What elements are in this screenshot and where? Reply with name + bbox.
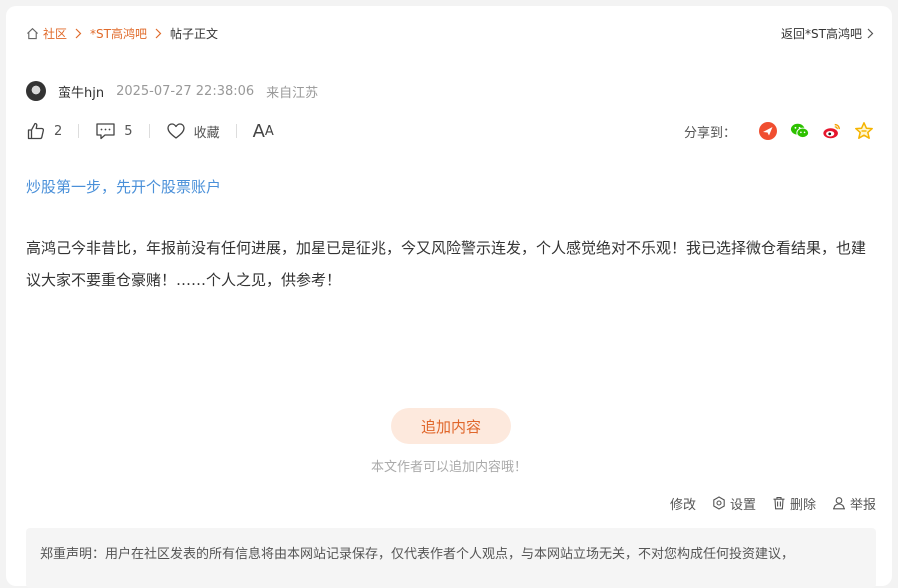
post-location: 来自江苏: [266, 85, 319, 101]
edit-button[interactable]: 修改: [670, 494, 696, 513]
author-info: 蛮牛hjn 2025-07-27 22:38:06 来自江苏: [26, 80, 318, 102]
delete-button[interactable]: 删除: [772, 494, 816, 513]
font-size-button[interactable]: AA: [253, 121, 274, 142]
like-count: 2: [54, 123, 63, 139]
edit-label: 修改: [669, 497, 696, 513]
toutiao-share-icon[interactable]: [758, 121, 778, 141]
share-bar: 分享到：: [684, 120, 874, 142]
open-account-promo-link[interactable]: 炒股第一步，先开个股票账户: [26, 176, 221, 197]
favorite-button[interactable]: 收藏: [166, 121, 220, 141]
favorite-star-icon[interactable]: [854, 121, 874, 141]
avatar[interactable]: [26, 81, 46, 101]
settings-label: 设置: [729, 497, 756, 513]
chevron-right-icon: [155, 28, 162, 39]
weibo-share-icon[interactable]: [822, 121, 842, 141]
home-icon: [26, 27, 39, 40]
report-label: 举报: [849, 497, 876, 513]
divider: [148, 124, 150, 138]
favorite-label: 收藏: [193, 125, 220, 141]
font-size-large-glyph: A: [252, 120, 265, 142]
breadcrumb-current: 帖子正文: [169, 26, 218, 41]
settings-button[interactable]: 设置: [712, 494, 756, 513]
thumbs-up-icon: [27, 122, 45, 140]
report-icon: [832, 497, 845, 510]
post-actions: 2 5 收藏 AA: [26, 120, 274, 142]
report-button[interactable]: 举报: [832, 494, 876, 513]
like-button[interactable]: 2: [26, 121, 62, 141]
comment-count: 5: [124, 123, 133, 139]
post-timestamp: 2025-07-27 22:38:06: [116, 83, 255, 99]
chevron-right-icon: [867, 28, 874, 39]
breadcrumb-community-link[interactable]: 社区: [43, 25, 67, 42]
share-label: 分享到：: [683, 125, 736, 141]
breadcrumb: 社区 *ST高鸿吧 帖子正文: [26, 24, 218, 42]
post-content: 高鸿己今非昔比，年报前没有任何进展，加星已是征兆，今又风险警示连发，个人感觉绝对…: [26, 239, 867, 289]
author-name[interactable]: 蛮牛hjn: [58, 82, 104, 101]
back-to-bar-link[interactable]: 返回*ST高鸿吧: [781, 24, 874, 42]
comment-button[interactable]: 5: [95, 121, 133, 141]
heart-icon: [166, 123, 185, 139]
append-content-button[interactable]: 追加内容: [391, 408, 511, 444]
divider: [78, 124, 80, 138]
post-manage-bar: 修改 设置 删除 举报: [654, 494, 876, 513]
comment-icon: [96, 123, 115, 140]
chevron-right-icon: [75, 28, 82, 39]
trash-icon: [773, 496, 785, 510]
gear-icon: [713, 496, 725, 510]
append-hint: 本文作者可以追加内容哦！: [370, 460, 527, 475]
wechat-share-icon[interactable]: [790, 121, 810, 141]
divider: [235, 124, 237, 138]
font-size-small-glyph: A: [264, 123, 274, 139]
delete-label: 删除: [789, 497, 816, 513]
breadcrumb-bar-link[interactable]: *ST高鸿吧: [90, 25, 147, 42]
disclaimer: 郑重声明：用户在社区发表的所有信息将由本网站记录保存，仅代表作者个人观点，与本网…: [26, 528, 876, 588]
back-to-bar-label: 返回*ST高鸿吧: [781, 26, 862, 41]
